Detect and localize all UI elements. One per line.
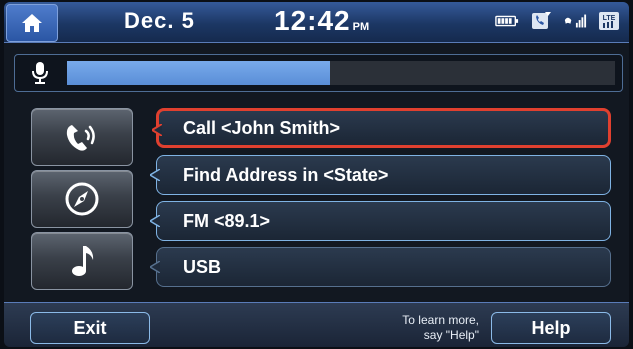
- exit-button[interactable]: Exit: [30, 312, 150, 344]
- command-label: Find Address in <State>: [183, 165, 389, 185]
- pointer-notch: [150, 215, 160, 227]
- status-icons: LTE: [495, 10, 621, 32]
- voice-progress-row: [14, 54, 623, 92]
- battery-icon: [495, 10, 519, 32]
- home-button[interactable]: [6, 4, 58, 42]
- phone-sync-icon: [529, 10, 553, 32]
- clock-time: 12:42: [274, 5, 351, 36]
- compass-icon: [65, 182, 99, 216]
- audio-button[interactable]: [31, 232, 133, 290]
- signal-icon: [563, 10, 587, 32]
- pointer-notch: [150, 261, 160, 273]
- pointer-notch: [152, 124, 162, 136]
- help-hint-line1: To learn more,: [402, 313, 479, 327]
- pointer-notch: [150, 169, 160, 181]
- command-find-address[interactable]: Find Address in <State>: [150, 155, 611, 195]
- voice-progress-fill: [67, 61, 331, 85]
- lte-icon: LTE: [597, 10, 621, 32]
- help-hint: To learn more, say "Help": [364, 313, 479, 343]
- voice-command-screen: Dec. 5 12:42 PM LTE Call <John Smith> Fi…: [4, 2, 629, 347]
- microphone-icon: [32, 62, 48, 84]
- status-bar: Dec. 5 12:42 PM LTE: [4, 2, 629, 43]
- command-fm[interactable]: FM <89.1>: [150, 201, 611, 241]
- svg-text:LTE: LTE: [603, 15, 616, 22]
- music-note-icon: [72, 246, 94, 276]
- phone-button[interactable]: [31, 108, 133, 166]
- help-button[interactable]: Help: [491, 312, 611, 344]
- bottom-bar: Exit To learn more, say "Help" Help: [4, 302, 629, 347]
- command-label: Call <John Smith>: [183, 118, 341, 138]
- clock-ampm: PM: [352, 21, 370, 33]
- navigation-button[interactable]: [31, 170, 133, 228]
- date-display: Dec. 5: [124, 8, 195, 33]
- clock-display: 12:42 PM: [274, 5, 369, 37]
- voice-progress-bar: [67, 61, 615, 85]
- command-usb[interactable]: USB: [150, 247, 611, 287]
- home-icon: [22, 14, 42, 32]
- command-label: FM <89.1>: [183, 211, 271, 231]
- command-call[interactable]: Call <John Smith>: [152, 108, 611, 148]
- phone-icon: [66, 125, 95, 151]
- command-label: USB: [183, 257, 222, 277]
- help-hint-line2: say "Help": [423, 328, 479, 342]
